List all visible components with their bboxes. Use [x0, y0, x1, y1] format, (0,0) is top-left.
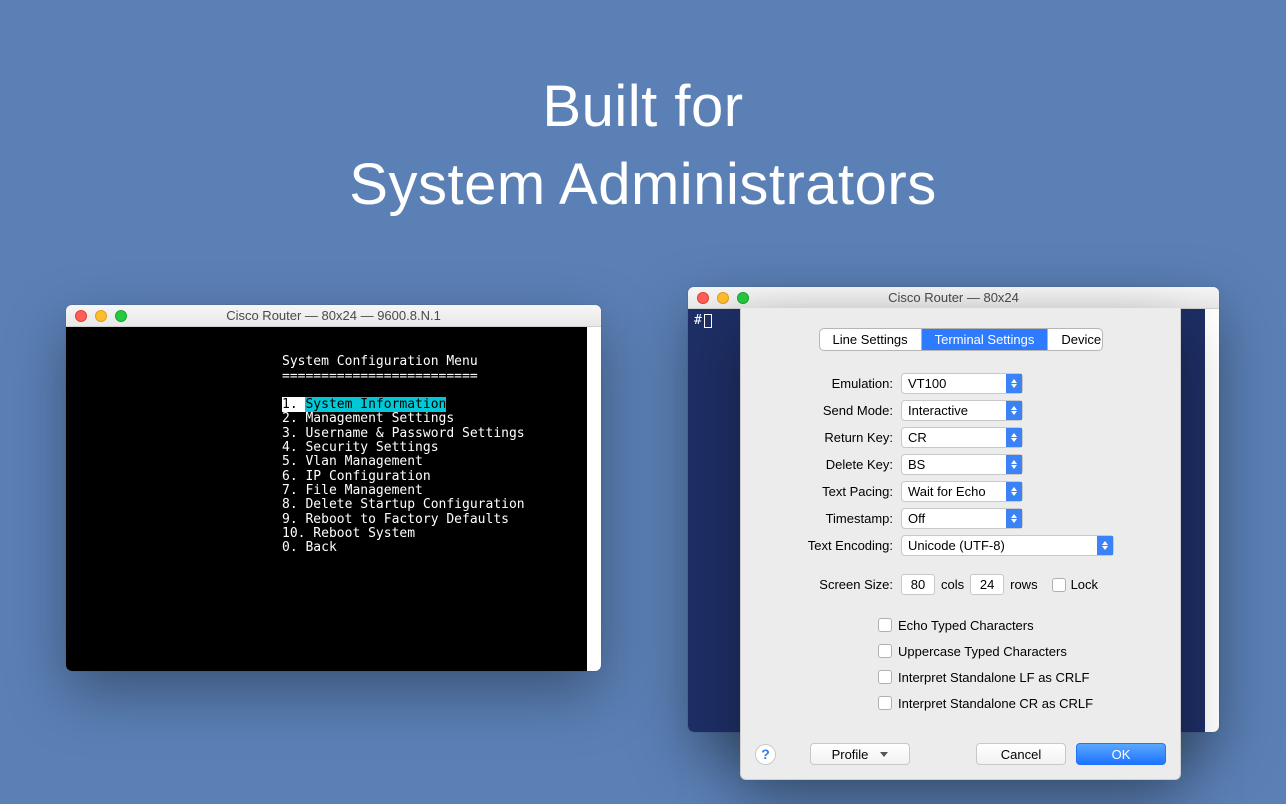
text-pacing-value: Wait for Echo: [908, 484, 986, 499]
close-icon[interactable]: [697, 292, 709, 304]
text-encoding-select[interactable]: Unicode (UTF-8): [901, 535, 1114, 556]
zoom-icon[interactable]: [115, 310, 127, 322]
page-headline: Built for System Administrators: [0, 0, 1286, 225]
text-encoding-value: Unicode (UTF-8): [908, 538, 1005, 553]
send-mode-value: Interactive: [908, 403, 968, 418]
menu-underline: =========================: [282, 369, 478, 384]
emulation-value: VT100: [908, 376, 946, 391]
timestamp-label: Timestamp:: [761, 511, 901, 526]
lock-label: Lock: [1071, 577, 1098, 592]
text-pacing-select[interactable]: Wait for Echo: [901, 481, 1023, 502]
settings-sheet: Line Settings Terminal Settings Device I…: [740, 308, 1181, 780]
titlebar[interactable]: Cisco Router — 80x24 — 9600.8.N.1: [66, 305, 601, 327]
tab-line-settings[interactable]: Line Settings: [820, 329, 922, 350]
text-encoding-label: Text Encoding:: [761, 538, 901, 553]
terminal-body[interactable]: System Configuration Menu ==============…: [66, 327, 601, 671]
delete-key-select[interactable]: BS: [901, 454, 1023, 475]
cancel-button[interactable]: Cancel: [976, 743, 1066, 765]
cr-label: Interpret Standalone CR as CRLF: [898, 696, 1093, 711]
terminal-content: System Configuration Menu ==============…: [66, 341, 587, 555]
rows-input[interactable]: [970, 574, 1004, 595]
screen-size-label: Screen Size:: [761, 577, 901, 592]
echo-label: Echo Typed Characters: [898, 618, 1034, 633]
profile-select[interactable]: Profile: [810, 743, 910, 765]
uppercase-checkbox[interactable]: [878, 644, 892, 658]
return-key-select[interactable]: CR: [901, 427, 1023, 448]
chevron-down-icon: [880, 752, 888, 757]
profile-label: Profile: [832, 747, 869, 762]
cursor-icon: [704, 314, 712, 328]
delete-key-label: Delete Key:: [761, 457, 901, 472]
cols-input[interactable]: [901, 574, 935, 595]
rows-label: rows: [1010, 577, 1037, 592]
cr-checkbox[interactable]: [878, 696, 892, 710]
text-pacing-label: Text Pacing:: [761, 484, 901, 499]
cols-label: cols: [941, 577, 964, 592]
lf-label: Interpret Standalone LF as CRLF: [898, 670, 1090, 685]
lf-checkbox[interactable]: [878, 670, 892, 684]
minimize-icon[interactable]: [717, 292, 729, 304]
traffic-lights: [688, 292, 749, 304]
menu-title: System Configuration Menu: [282, 354, 478, 369]
titlebar[interactable]: Cisco Router — 80x24: [688, 287, 1219, 309]
uppercase-label: Uppercase Typed Characters: [898, 644, 1067, 659]
minimize-icon[interactable]: [95, 310, 107, 322]
ok-button[interactable]: OK: [1076, 743, 1166, 765]
send-mode-label: Send Mode:: [761, 403, 901, 418]
help-button[interactable]: ?: [755, 744, 776, 765]
echo-checkbox[interactable]: [878, 618, 892, 632]
close-icon[interactable]: [75, 310, 87, 322]
emulation-label: Emulation:: [761, 376, 901, 391]
headline-line1: Built for: [0, 68, 1286, 146]
tab-bar: Line Settings Terminal Settings Device I…: [819, 328, 1103, 351]
timestamp-value: Off: [908, 511, 925, 526]
window-title: Cisco Router — 80x24: [688, 290, 1219, 305]
prompt: #: [694, 313, 702, 328]
lock-checkbox[interactable]: [1052, 578, 1066, 592]
zoom-icon[interactable]: [737, 292, 749, 304]
tab-device-info[interactable]: Device Info: [1048, 329, 1102, 350]
terminal-window-1: Cisco Router — 80x24 — 9600.8.N.1 System…: [66, 305, 601, 671]
return-key-value: CR: [908, 430, 927, 445]
send-mode-select[interactable]: Interactive: [901, 400, 1023, 421]
tab-terminal-settings[interactable]: Terminal Settings: [922, 329, 1049, 350]
headline-line2: System Administrators: [0, 146, 1286, 224]
return-key-label: Return Key:: [761, 430, 901, 445]
traffic-lights: [66, 310, 127, 322]
emulation-select[interactable]: VT100: [901, 373, 1023, 394]
delete-key-value: BS: [908, 457, 925, 472]
timestamp-select[interactable]: Off: [901, 508, 1023, 529]
window-title: Cisco Router — 80x24 — 9600.8.N.1: [66, 308, 601, 323]
